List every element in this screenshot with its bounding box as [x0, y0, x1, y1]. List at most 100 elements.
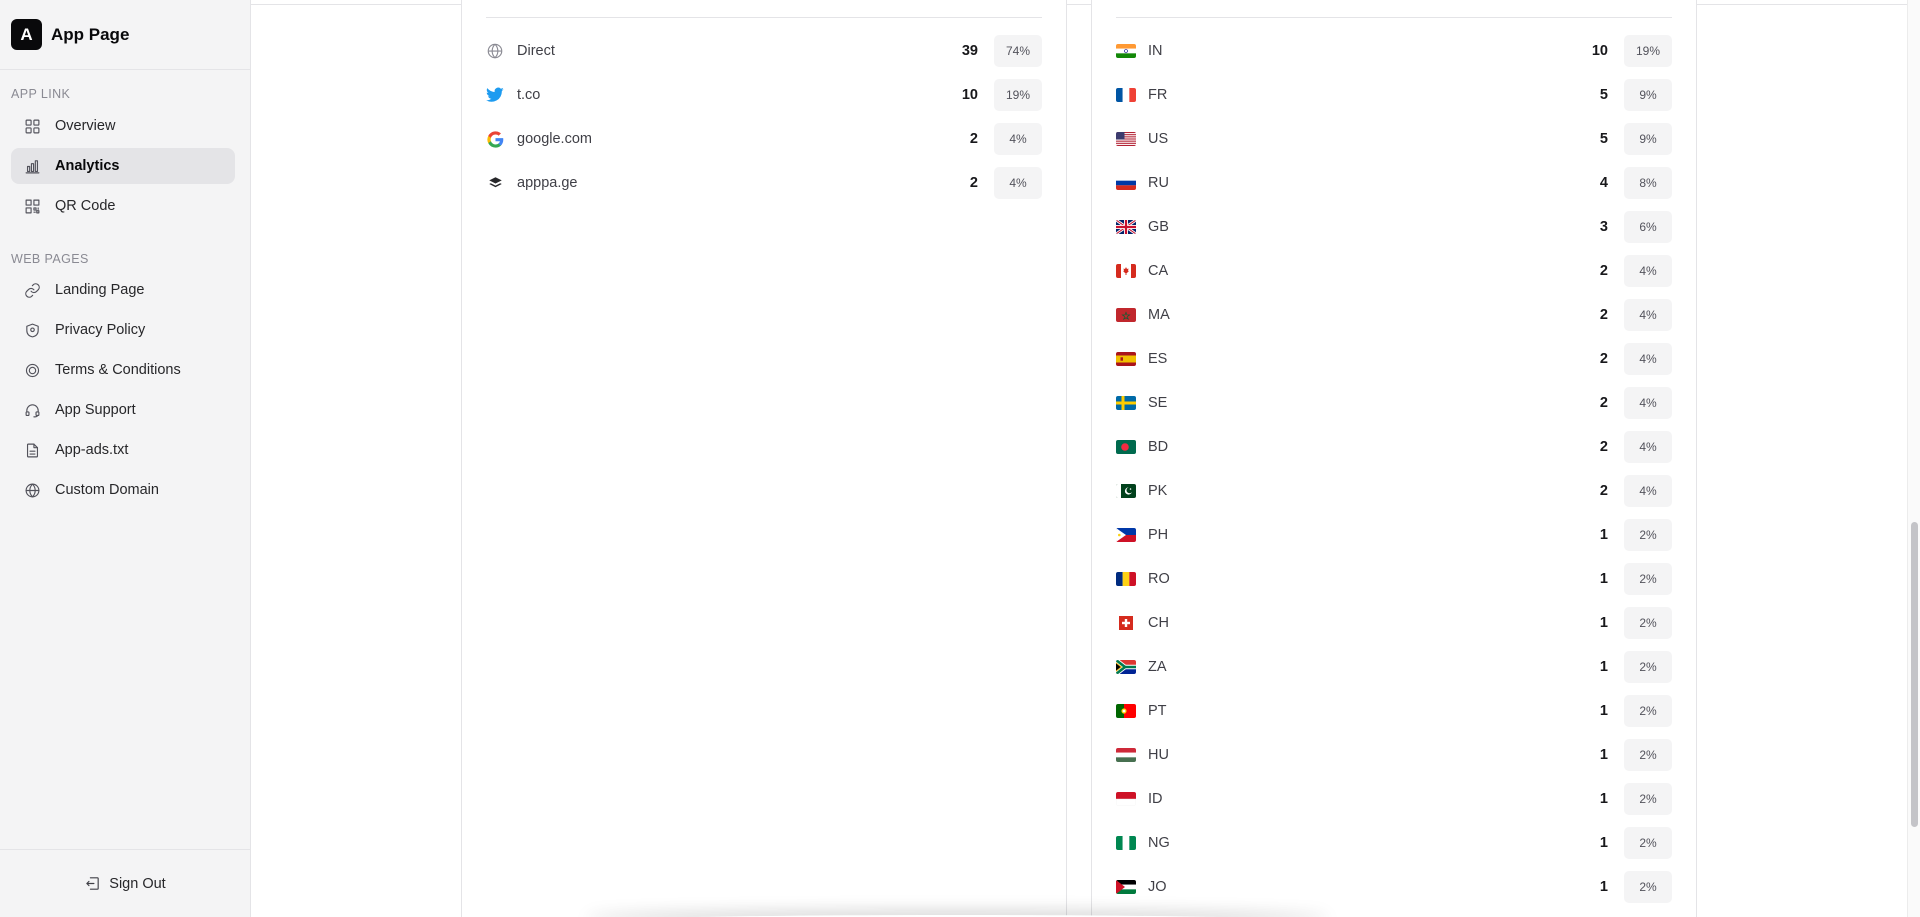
country-code: PH: [1148, 527, 1169, 543]
country-row-es[interactable]: ES 2 4%: [1116, 337, 1672, 381]
badge-icon: [25, 363, 40, 377]
flag-sweden-icon: [1116, 396, 1136, 410]
country-row-in[interactable]: IN 10 19%: [1116, 29, 1672, 73]
sidebar-item-qr-code[interactable]: QR Code: [11, 188, 235, 224]
sidebar-item-label: Overview: [55, 118, 116, 134]
country-row-hu[interactable]: HU 1 2%: [1116, 733, 1672, 777]
country-row-ma[interactable]: MA 2 4%: [1116, 293, 1672, 337]
country-row-us[interactable]: US 5 9%: [1116, 117, 1672, 161]
flag-russia-icon: [1116, 176, 1136, 190]
referrer-name: google.com: [517, 131, 592, 147]
flag-uk-icon: [1116, 220, 1136, 234]
sidebar-item-app-support[interactable]: App Support: [11, 392, 235, 428]
referrers-list: Direct 39 74% t.co 10 19% google.com 2 4…: [486, 29, 1042, 205]
country-row-fr[interactable]: FR 5 9%: [1116, 73, 1672, 117]
sidebar-footer: Sign Out: [0, 849, 250, 917]
flag-morocco-icon: [1116, 308, 1136, 322]
country-row-pk[interactable]: PK 2 4%: [1116, 469, 1672, 513]
country-code: ZA: [1148, 659, 1167, 675]
country-row-ca[interactable]: CA 2 4%: [1116, 249, 1672, 293]
globe-icon: [25, 483, 40, 497]
flag-jordan-icon: [1116, 880, 1136, 894]
app-root: A App Page APP LINK Overview Analytics Q…: [0, 0, 1920, 917]
sidebar-item-overview[interactable]: Overview: [11, 108, 235, 144]
country-code: SE: [1148, 395, 1168, 411]
scrollbar-thumb[interactable]: [1911, 522, 1918, 827]
referrer-count: 2: [969, 131, 978, 147]
country-row-ng[interactable]: NG 1 2%: [1116, 821, 1672, 865]
country-count: 5: [1599, 131, 1608, 147]
referrer-row-apppage[interactable]: apppa.ge 2 4%: [486, 161, 1042, 205]
country-row-se[interactable]: SE 2 4%: [1116, 381, 1672, 425]
country-code: JO: [1148, 879, 1167, 895]
referrer-row-direct[interactable]: Direct 39 74%: [486, 29, 1042, 73]
referrer-row-google[interactable]: google.com 2 4%: [486, 117, 1042, 161]
country-code: FR: [1148, 87, 1168, 103]
country-row-ru[interactable]: RU 4 8%: [1116, 161, 1672, 205]
country-percent-badge: 2%: [1624, 563, 1672, 595]
sidebar-item-app-ads-txt[interactable]: App-ads.txt: [11, 432, 235, 468]
country-percent-badge: 4%: [1624, 431, 1672, 463]
flag-france-icon: [1116, 88, 1136, 102]
headset-icon: [25, 403, 40, 417]
country-percent-badge: 19%: [1624, 35, 1672, 67]
country-count: 2: [1599, 395, 1608, 411]
referrer-row-tco[interactable]: t.co 10 19%: [486, 73, 1042, 117]
country-code: ID: [1148, 791, 1163, 807]
sidebar-item-terms-conditions[interactable]: Terms & Conditions: [11, 352, 235, 388]
country-percent-badge: 9%: [1624, 79, 1672, 111]
country-percent-badge: 2%: [1624, 871, 1672, 903]
nav-web-pages: Landing Page Privacy Policy Terms & Cond…: [11, 272, 235, 512]
sign-out-button[interactable]: Sign Out: [84, 875, 166, 892]
sidebar-item-landing-page[interactable]: Landing Page: [11, 272, 235, 308]
sidebar-item-label: Landing Page: [55, 282, 145, 298]
country-count: 1: [1599, 659, 1608, 675]
referrer-count: 39: [961, 43, 978, 59]
country-code: US: [1148, 131, 1169, 147]
referrer-count: 10: [961, 87, 978, 103]
country-row-bd[interactable]: BD 2 4%: [1116, 425, 1672, 469]
twitter-icon: [486, 86, 504, 104]
flag-bangladesh-icon: [1116, 440, 1136, 454]
globe-icon: [486, 42, 504, 60]
section-label-app-link: APP LINK: [11, 87, 71, 101]
country-percent-badge: 9%: [1624, 123, 1672, 155]
flag-india-icon: [1116, 44, 1136, 58]
country-row-id[interactable]: ID 1 2%: [1116, 777, 1672, 821]
sidebar-item-custom-domain[interactable]: Custom Domain: [11, 472, 235, 508]
flag-pakistan-icon: [1116, 484, 1136, 498]
sidebar-item-analytics[interactable]: Analytics: [11, 148, 235, 184]
country-code: MA: [1148, 307, 1170, 323]
country-code: HU: [1148, 747, 1169, 763]
country-row-pt[interactable]: PT 1 2%: [1116, 689, 1672, 733]
flag-philippines-icon: [1116, 528, 1136, 542]
brand[interactable]: A App Page: [0, 0, 250, 70]
referrer-name: Direct: [517, 43, 555, 59]
page-scrollbar[interactable]: [1907, 0, 1920, 917]
referrer-count: 2: [969, 175, 978, 191]
country-row-ro[interactable]: RO 1 2%: [1116, 557, 1672, 601]
grid-icon: [25, 119, 40, 133]
country-percent-badge: 2%: [1624, 783, 1672, 815]
country-row-ch[interactable]: CH 1 2%: [1116, 601, 1672, 645]
country-row-gb[interactable]: GB 3 6%: [1116, 205, 1672, 249]
country-count: 1: [1599, 879, 1608, 895]
nav-app-link: Overview Analytics QR Code: [11, 108, 235, 228]
country-count: 10: [1591, 43, 1608, 59]
country-row-jo[interactable]: JO 1 2%: [1116, 865, 1672, 909]
flag-nigeria-icon: [1116, 836, 1136, 850]
flag-portugal-icon: [1116, 704, 1136, 718]
country-row-za[interactable]: ZA 1 2%: [1116, 645, 1672, 689]
country-percent-badge: 8%: [1624, 167, 1672, 199]
country-row-ph[interactable]: PH 1 2%: [1116, 513, 1672, 557]
brand-name: App Page: [51, 24, 130, 44]
sidebar-item-label: Terms & Conditions: [55, 362, 181, 378]
sidebar-item-label: App Support: [55, 402, 136, 418]
flag-usa-icon: [1116, 132, 1136, 146]
sidebar-item-privacy-policy[interactable]: Privacy Policy: [11, 312, 235, 348]
section-label-web-pages: WEB PAGES: [11, 252, 89, 266]
country-count: 2: [1599, 351, 1608, 367]
sidebar: A App Page APP LINK Overview Analytics Q…: [0, 0, 251, 917]
flag-south-africa-icon: [1116, 660, 1136, 674]
country-percent-badge: 4%: [1624, 387, 1672, 419]
